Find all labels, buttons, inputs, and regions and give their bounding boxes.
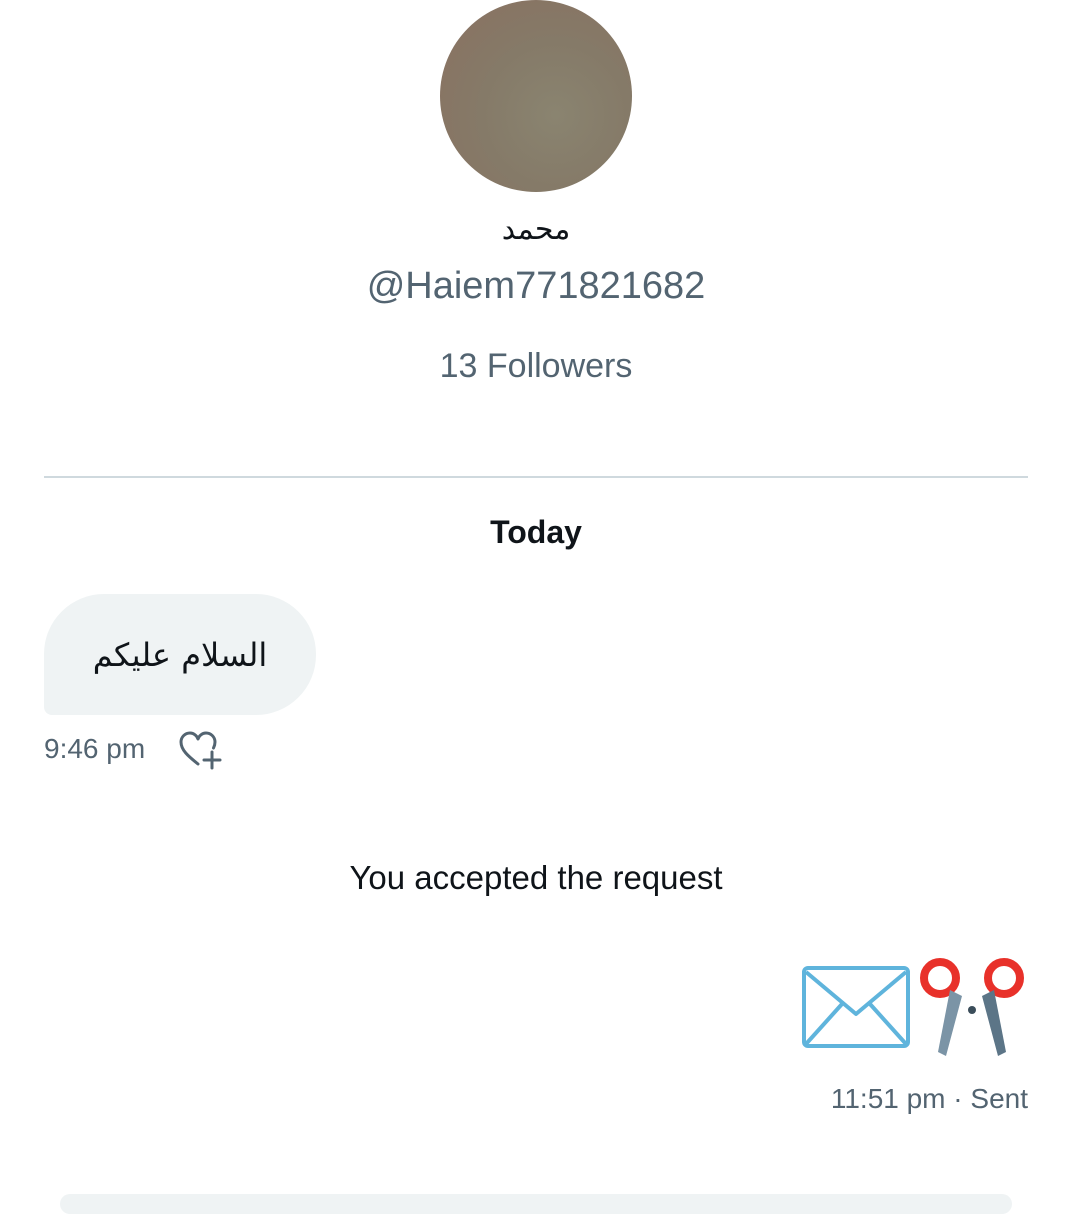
envelope-icon <box>802 966 910 1048</box>
profile-display-name[interactable]: محمد <box>0 208 1072 252</box>
scissors-icon <box>920 958 1024 1056</box>
outgoing-message[interactable] <box>800 952 1028 1064</box>
incoming-message-time: 9:46 pm <box>44 733 146 764</box>
followers-count[interactable]: 13 Followers <box>0 344 1072 388</box>
avatar[interactable] <box>440 0 632 192</box>
outgoing-message-time: 11:51 pm · Sent <box>830 1083 1028 1114</box>
message-composer[interactable] <box>60 1194 1012 1214</box>
profile-handle[interactable]: @Haiem771821682 <box>0 262 1072 310</box>
heart-plus-icon <box>179 731 222 770</box>
incoming-message-text: السلام عليكم <box>92 635 268 674</box>
add-reaction-button[interactable] <box>176 728 224 772</box>
incoming-message-bubble[interactable]: السلام عليكم <box>44 594 316 715</box>
date-separator: Today <box>490 514 582 550</box>
system-message: You accepted the request <box>349 859 723 896</box>
divider <box>44 476 1028 478</box>
